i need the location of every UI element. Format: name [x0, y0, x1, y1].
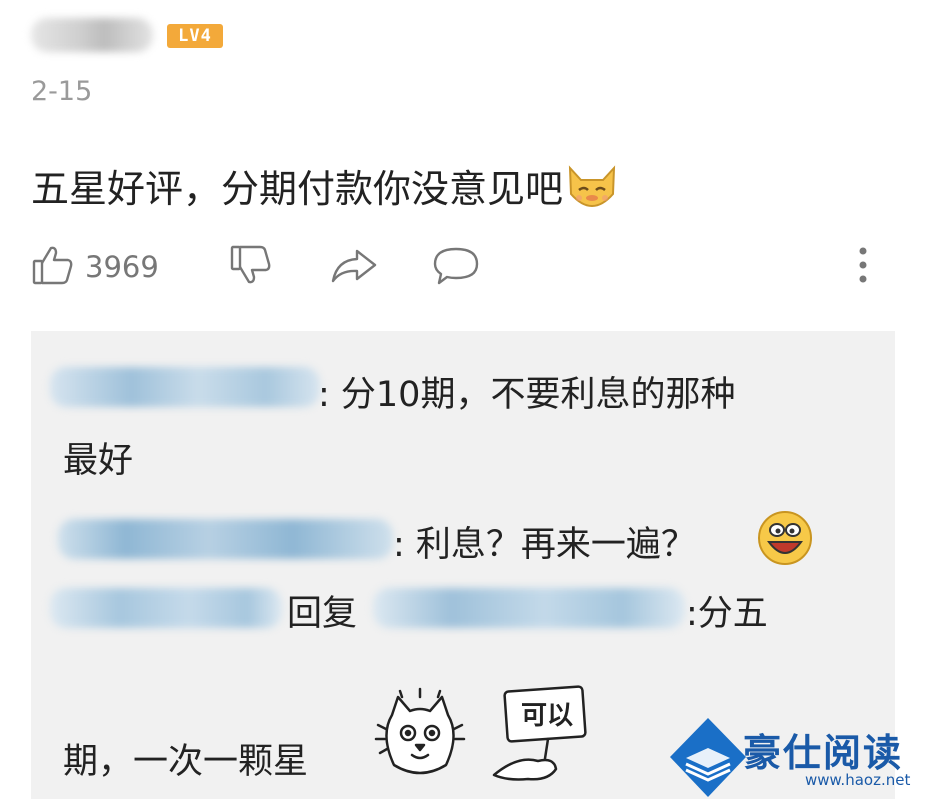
- more-button[interactable]: [853, 240, 873, 294]
- reply-word: 回复: [287, 594, 358, 634]
- like-count: 3969: [85, 250, 159, 284]
- reply-username-blurred[interactable]: [58, 519, 393, 559]
- comment-text: 五星好评，分期付款你没意见吧: [31, 167, 564, 211]
- cat-sticker-icon: [370, 685, 470, 789]
- share-button[interactable]: [329, 240, 379, 294]
- reply-2-text: : 利息？再来一遍？: [393, 525, 696, 565]
- reply-3-text: :分五: [686, 594, 768, 634]
- cat-face-emoji-icon: [565, 160, 619, 223]
- sign-sticker: 可以: [488, 685, 598, 789]
- thumbs-up-icon: [31, 243, 75, 291]
- reply-username-blurred[interactable]: [50, 367, 320, 407]
- sign-sticker-text: 可以: [520, 701, 573, 731]
- comment-date: 2-15: [31, 76, 93, 107]
- laughing-emoji-icon: [755, 508, 815, 572]
- comment-body: 五星好评，分期付款你没意见吧: [31, 158, 619, 223]
- watermark-title: 豪仕阅读: [743, 731, 904, 775]
- share-icon: [329, 243, 379, 291]
- comment-icon: [431, 243, 481, 291]
- reply-1-text: : 分10期，不要利息的那种: [318, 375, 736, 415]
- comment-action-bar: 3969: [31, 240, 891, 294]
- reply-target-username-blurred[interactable]: [373, 588, 685, 628]
- dislike-button[interactable]: [229, 240, 273, 294]
- like-button[interactable]: 3969: [31, 240, 159, 294]
- reply-button[interactable]: [431, 240, 481, 294]
- reply-3-continued: 期，一次一颗星: [63, 742, 309, 782]
- book-logo-icon: [668, 716, 748, 803]
- reply-1-continued: 最好: [63, 441, 134, 481]
- username-blurred[interactable]: [31, 18, 153, 52]
- watermark-url: www.haoz.net: [805, 771, 911, 789]
- reply-username-blurred[interactable]: [50, 588, 282, 628]
- thumbs-down-icon: [229, 243, 273, 291]
- more-icon: [853, 243, 873, 291]
- level-badge: LV4: [167, 24, 223, 48]
